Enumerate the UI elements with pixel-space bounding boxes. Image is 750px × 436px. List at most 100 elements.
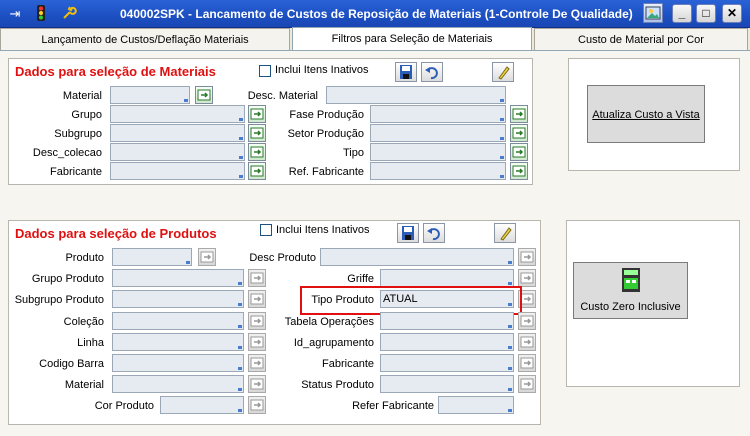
- picture-icon[interactable]: [643, 3, 663, 23]
- materiais-title: Dados para seleção de Materiais: [15, 64, 216, 79]
- produtos-clear-button[interactable]: [494, 223, 516, 243]
- produtos-griffe-label: Griffe: [347, 273, 374, 285]
- materiais-fabricante-lookup-icon[interactable]: [248, 162, 266, 180]
- tab-lancamento[interactable]: Lançamento de Custos/Deflação Materiais: [0, 28, 290, 50]
- materiais-subgrupo-lookup-icon[interactable]: [248, 124, 266, 142]
- produtos-status-produto-lookup-icon[interactable]: [518, 375, 536, 393]
- materiais-grupo-input[interactable]: [110, 105, 245, 123]
- custo-zero-button[interactable]: Custo Zero Inclusive: [573, 262, 688, 319]
- produtos-status-produto-input[interactable]: [380, 375, 514, 393]
- materiais-subgrupo-label: Subgrupo: [54, 128, 102, 140]
- wrench-icon[interactable]: [60, 5, 78, 22]
- materiais-ref-fabricante-label: Ref. Fabricante: [288, 166, 364, 178]
- materiais-desc-colecao-label: Desc_colecao: [32, 147, 102, 159]
- produtos-id-agrupamento-label: Id_agrupamento: [293, 337, 374, 349]
- produtos-griffe-lookup-icon[interactable]: [518, 269, 536, 287]
- produtos-save-button[interactable]: [397, 223, 419, 243]
- produtos-material-label: Material: [64, 379, 104, 391]
- materiais-desc-material-label: Desc. Material: [247, 90, 318, 102]
- materiais-tipo-input[interactable]: [370, 143, 506, 161]
- tipo-produto-highlight: [300, 286, 522, 315]
- materiais-material-lookup-icon[interactable]: [195, 86, 213, 104]
- produtos-fabricante-input[interactable]: [380, 354, 514, 372]
- produtos-refer-fabricante-label: Refer Fabricante: [352, 400, 434, 412]
- materiais-grupo-lookup-icon[interactable]: [248, 105, 266, 123]
- produtos-tabela-operacoes-label: Tabela Operações: [284, 316, 374, 328]
- materiais-desc-colecao-lookup-icon[interactable]: [248, 143, 266, 161]
- produtos-grupo-produto-lookup-icon[interactable]: [248, 269, 266, 287]
- maximize-button[interactable]: □: [696, 4, 716, 23]
- materiais-fase-producao-label: Fase Produção: [289, 109, 364, 121]
- atualiza-custo-button[interactable]: Atualiza Custo a Vista: [587, 85, 705, 143]
- produtos-grupo-produto-label: Grupo Produto: [31, 273, 104, 285]
- produtos-linha-label: Linha: [77, 337, 104, 349]
- materiais-material-label: Material: [62, 90, 102, 102]
- produtos-cor-produto-label: Cor Produto: [94, 400, 154, 412]
- produtos-status-produto-label: Status Produto: [301, 379, 374, 391]
- produtos-material-input[interactable]: [112, 375, 244, 393]
- materiais-fabricante-label: Fabricante: [50, 166, 102, 178]
- produtos-linha-input[interactable]: [112, 333, 244, 351]
- materiais-grupo-label: Grupo: [71, 109, 102, 121]
- materiais-tipo-label: Tipo: [343, 147, 364, 159]
- produtos-griffe-input[interactable]: [380, 269, 514, 287]
- materiais-setor-producao-lookup-icon[interactable]: [510, 124, 528, 142]
- materiais-fabricante-input[interactable]: [110, 162, 245, 180]
- materiais-ref-fabricante-lookup-icon[interactable]: [510, 162, 528, 180]
- tab-custo-cor[interactable]: Custo de Material por Cor: [534, 28, 748, 50]
- materiais-clear-button[interactable]: [492, 62, 514, 82]
- produtos-subgrupo-produto-lookup-icon[interactable]: [248, 290, 266, 308]
- materiais-undo-button[interactable]: [421, 62, 443, 82]
- window-title: 040002SPK - Lancamento de Custos de Repo…: [120, 7, 633, 21]
- traffic-light-icon[interactable]: [32, 5, 50, 22]
- materiais-desc-material-input[interactable]: [326, 86, 506, 104]
- materiais-tipo-lookup-icon[interactable]: [510, 143, 528, 161]
- produtos-codigo-barra-label: Codigo Barra: [39, 358, 104, 370]
- exit-icon[interactable]: ⇥: [6, 5, 24, 22]
- materiais-fase-producao-lookup-icon[interactable]: [510, 105, 528, 123]
- produtos-inclui-checkbox[interactable]: [260, 224, 272, 236]
- materiais-inclui-label: Inclui Itens Inativos: [275, 64, 369, 76]
- produtos-colecao-label: Coleção: [63, 316, 104, 328]
- produtos-subgrupo-produto-label: Subgrupo Produto: [14, 294, 104, 306]
- produtos-fabricante-label: Fabricante: [322, 358, 374, 370]
- tab-filtros[interactable]: Filtros para Seleção de Materiais: [292, 27, 532, 51]
- materiais-fase-producao-input[interactable]: [370, 105, 506, 123]
- produtos-cor-produto-lookup-icon[interactable]: [248, 396, 266, 414]
- produtos-tabela-operacoes-lookup-icon[interactable]: [518, 312, 536, 330]
- produtos-material-lookup-icon[interactable]: [248, 375, 266, 393]
- produtos-desc-produto-label: Desc Produto: [249, 252, 316, 264]
- produtos-inclui-label: Inclui Itens Inativos: [276, 224, 370, 236]
- produtos-undo-button[interactable]: [423, 223, 445, 243]
- produtos-produto-input[interactable]: [112, 248, 192, 266]
- materiais-material-input[interactable]: [110, 86, 190, 104]
- produtos-id-agrupamento-lookup-icon[interactable]: [518, 333, 536, 351]
- produtos-title: Dados para seleção de Produtos: [15, 226, 217, 241]
- produtos-codigo-barra-lookup-icon[interactable]: [248, 354, 266, 372]
- materiais-save-button[interactable]: [395, 62, 417, 82]
- produtos-subgrupo-produto-input[interactable]: [112, 290, 244, 308]
- produtos-colecao-input[interactable]: [112, 312, 244, 330]
- produtos-fabricante-lookup-icon[interactable]: [518, 354, 536, 372]
- materiais-subgrupo-input[interactable]: [110, 124, 245, 142]
- calculator-icon: [620, 267, 642, 293]
- produtos-desc-produto-input[interactable]: [320, 248, 514, 266]
- produtos-cor-produto-input[interactable]: [160, 396, 244, 414]
- produtos-tabela-operacoes-input[interactable]: [380, 312, 514, 330]
- produtos-linha-lookup-icon[interactable]: [248, 333, 266, 351]
- close-button[interactable]: ✕: [722, 4, 742, 23]
- produtos-desc-produto-lookup-icon[interactable]: [518, 248, 536, 266]
- minimize-button[interactable]: _: [672, 4, 692, 23]
- produtos-grupo-produto-input[interactable]: [112, 269, 244, 287]
- materiais-desc-colecao-input[interactable]: [110, 143, 245, 161]
- materiais-inclui-checkbox[interactable]: [259, 65, 271, 77]
- produtos-codigo-barra-input[interactable]: [112, 354, 244, 372]
- produtos-refer-fabricante-input[interactable]: [438, 396, 514, 414]
- materiais-setor-producao-input[interactable]: [370, 124, 506, 142]
- produtos-colecao-lookup-icon[interactable]: [248, 312, 266, 330]
- produtos-produto-label: Produto: [65, 252, 104, 264]
- produtos-produto-lookup-icon[interactable]: [198, 248, 216, 266]
- materiais-ref-fabricante-input[interactable]: [370, 162, 506, 180]
- materiais-setor-producao-label: Setor Produção: [287, 128, 364, 140]
- produtos-id-agrupamento-input[interactable]: [380, 333, 514, 351]
